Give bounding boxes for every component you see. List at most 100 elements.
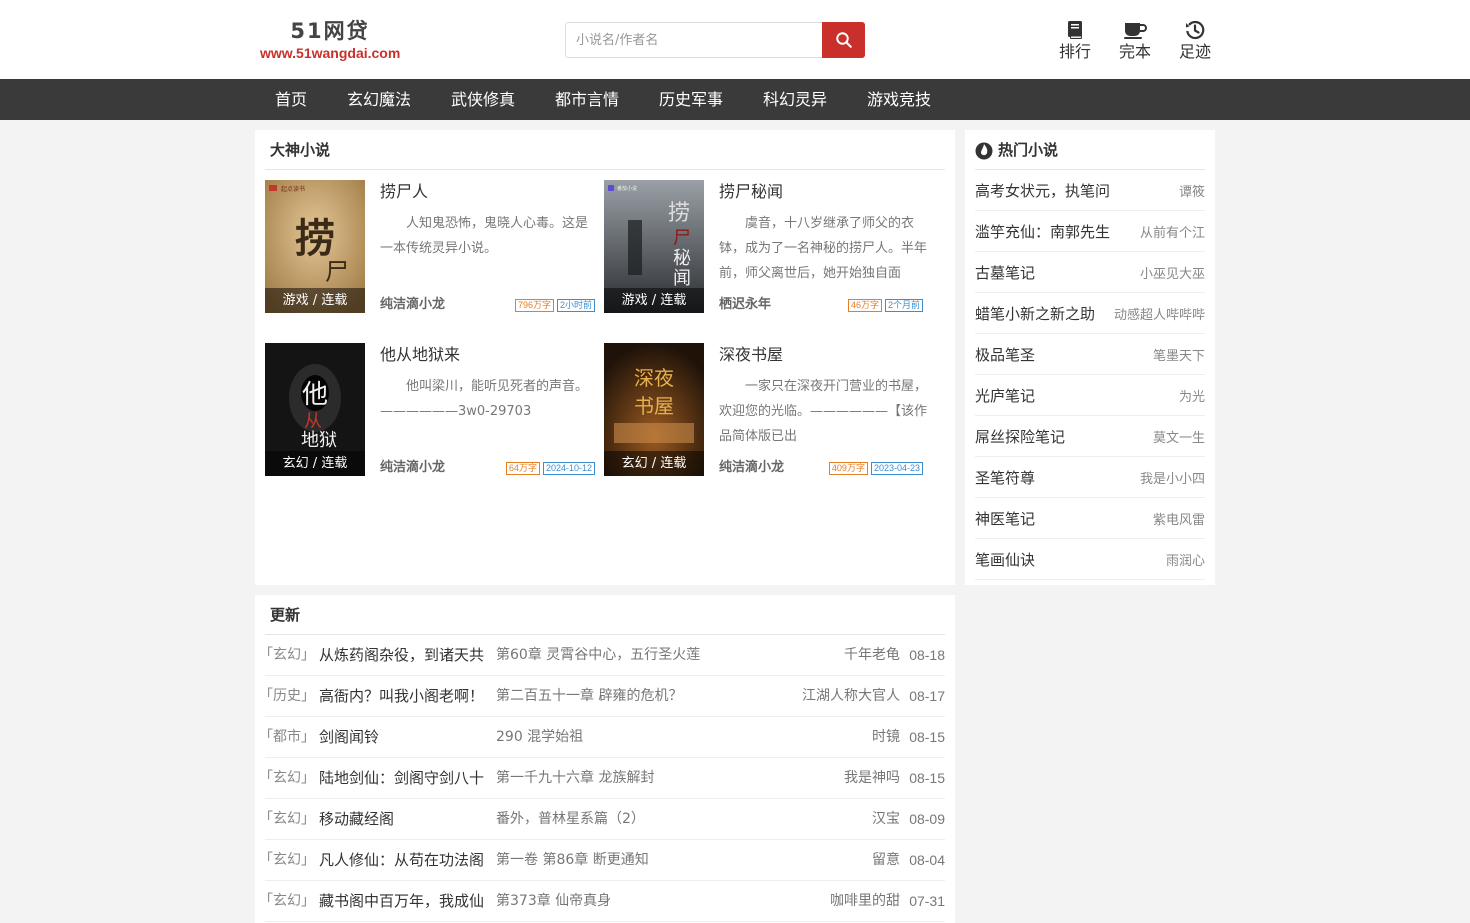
book-cover[interactable]: 深夜书屋 玄幻 / 连载 [604,343,704,476]
hot-list: 高考女状元，执笔问 谭筱 滥竽充仙：南郭先生 从前有个江 古墓笔记 小巫见大巫 蜡笔小… [975,170,1205,580]
update-book-title[interactable]: 剑阁闻铃 [319,717,489,757]
book-title[interactable]: 捞尸人 [380,182,428,202]
book-author[interactable]: 纯洁滴小龙 [380,459,445,477]
update-book-title[interactable]: 从炼药阁杂役，到诸天共 [319,635,489,675]
list-item[interactable]: 圣笔符尊 我是小小四 [975,457,1205,498]
hot-book-title[interactable]: 圣笔符尊 [975,467,1035,488]
book-badges: 64万字 2024-10-12 [505,462,595,475]
list-item[interactable]: 屌丝探险笔记 莫文一生 [975,416,1205,457]
list-item[interactable]: 古墓笔记 小巫见大巫 [975,252,1205,293]
search-button[interactable] [822,22,865,58]
update-book-title[interactable]: 藏书阁中百万年，我成仙 [319,881,489,921]
svg-text:捞: 捞 [295,215,335,262]
hot-book-title[interactable]: 笔画仙诀 [975,549,1035,570]
search-icon [835,32,852,48]
nav-item-wuxia[interactable]: 武侠修真 [451,79,515,120]
hot-book-title[interactable]: 高考女状元，执笔问 [975,180,1110,201]
hot-book-author: 从前有个江 [1139,225,1205,241]
hot-book-title[interactable]: 滥竽充仙：南郭先生 [975,221,1110,242]
update-chapter[interactable]: 第373章 仙帝真身 [496,881,611,921]
quick-link-history[interactable]: 足迹 [1175,20,1215,62]
svg-text:地狱: 地狱 [301,430,337,451]
book-badges: 409万字 2023-04-23 [828,462,923,475]
svg-text:捞: 捞 [668,201,690,226]
update-chapter[interactable]: 番外，普林星系篇（2） [496,799,645,839]
nav-item-home[interactable]: 首页 [275,79,307,120]
book-icon [1068,21,1082,39]
nav-item-kehuan[interactable]: 科幻灵异 [763,79,827,120]
book-badges: 46万字 2个月前 [847,299,923,312]
hot-book-title[interactable]: 神医笔记 [975,508,1035,529]
quick-link-finished[interactable]: 完本 [1115,20,1155,62]
svg-text:他: 他 [302,380,328,410]
update-chapter[interactable]: 第60章 灵霄谷中心，五行圣火莲 [496,635,700,675]
fire-icon [975,142,993,159]
list-item[interactable]: 神医笔记 紫电风雷 [975,498,1205,539]
quick-link-label: 排行 [1058,42,1091,61]
book-cover[interactable]: 他从地狱 玄幻 / 连载 [265,343,365,476]
featured-book: 他从地狱 玄幻 / 连载 他从地狱来 他叫梁川，能听见死者的声音。——————3… [265,343,595,476]
hot-book-author: 我是小小四 [1139,471,1205,487]
hot-title-bar: 热门小说 [975,130,1205,170]
svg-text:深夜: 深夜 [634,366,674,390]
history-icon [1186,20,1205,40]
featured-book: 番茄小说捞尸秘闻 游戏 / 连载 捞尸秘闻 虞音，十八岁继承了师父的衣钵，成为了… [604,180,934,313]
svg-text:秘: 秘 [673,248,691,269]
table-row: 「玄幻」 陆地剑仙：剑阁守剑八十 第一千九十六章 龙族解封 我是神吗 08-15 [259,758,945,799]
hot-book-title[interactable]: 极品笔圣 [975,344,1035,365]
list-item[interactable]: 滥竽充仙：南郭先生 从前有个江 [975,211,1205,252]
search-input[interactable] [565,22,823,58]
book-author[interactable]: 纯洁滴小龙 [380,296,445,314]
update-category: 「玄幻」 [259,893,315,909]
list-item[interactable]: 极品笔圣 笔墨天下 [975,334,1205,375]
update-book-title[interactable]: 陆地剑仙：剑阁守剑八十 [319,758,489,798]
update-chapter[interactable]: 第一千九十六章 龙族解封 [496,758,654,798]
book-title[interactable]: 深夜书屋 [719,345,783,365]
book-tag: 玄幻 / 连载 [604,451,704,476]
book-tag: 玄幻 / 连载 [265,451,365,476]
svg-text:从: 从 [304,411,322,432]
hot-book-title[interactable]: 蜡笔小新之新之助 [975,303,1095,324]
list-item[interactable]: 蜡笔小新之新之助 动感超人哔哔哔 [975,293,1205,334]
list-item[interactable]: 笔画仙诀 雨润心 [975,539,1205,580]
hot-book-title[interactable]: 光庐笔记 [975,385,1035,406]
nav-item-youxi[interactable]: 游戏竞技 [867,79,931,120]
nav-item-lishi[interactable]: 历史军事 [659,79,723,120]
word-count-badge: 409万字 [828,462,868,475]
quick-link-ranking[interactable]: 排行 [1055,20,1095,62]
table-row: 「玄幻」 从炼药阁杂役，到诸天共 第60章 灵霄谷中心，五行圣火莲 千年老龟 08-18 [259,635,945,676]
book-title[interactable]: 捞尸秘闻 [719,182,783,202]
book-description: 一家只在深夜开门营业的书屋， 欢迎您的光临。——————【该作品简体版已出 [719,379,934,444]
site-logo[interactable]: 51网贷 www.51wangdai.com [260,18,400,62]
svg-text:书屋: 书屋 [634,394,674,418]
update-category: 「都市」 [259,729,315,745]
hot-book-author: 莫文一生 [1152,430,1205,446]
nav-item-xuanhuan[interactable]: 玄幻魔法 [347,79,411,120]
hot-book-title[interactable]: 古墓笔记 [975,262,1035,283]
update-author: 江湖人称大官人 [802,688,900,704]
update-book-title[interactable]: 凡人修仙：从苟在功法阁 [319,840,489,880]
hot-book-title[interactable]: 屌丝探险笔记 [975,426,1065,447]
update-author: 汉宝 [872,811,900,827]
update-book-title[interactable]: 移动藏经阁 [319,799,489,839]
list-item[interactable]: 光庐笔记 为光 [975,375,1205,416]
update-chapter[interactable]: 290 混学始祖 [496,717,583,757]
nav-item-dushi[interactable]: 都市言情 [555,79,619,120]
update-chapter[interactable]: 第二百五十一章 辟雍的危机？ [496,676,682,716]
book-title[interactable]: 他从地狱来 [380,345,460,365]
list-item[interactable]: 高考女状元，执笔问 谭筱 [975,170,1205,211]
book-author[interactable]: 纯洁滴小龙 [719,459,784,477]
book-cover[interactable]: 起点读书捞尸 游戏 / 连载 [265,180,365,313]
update-book-title[interactable]: 高衙内？叫我小阁老啊！ [319,676,489,716]
book-author[interactable]: 栖迟永年 [719,296,771,314]
svg-text:番茄小说: 番茄小说 [617,185,637,192]
book-cover[interactable]: 番茄小说捞尸秘闻 游戏 / 连载 [604,180,704,313]
featured-title: 大神小说 [265,130,945,170]
table-row: 「玄幻」 移动藏经阁 番外，普林星系篇（2） 汉宝 08-09 [259,799,945,840]
search-bar [565,22,865,58]
main-nav: 首页 玄幻魔法 武侠修真 都市言情 历史军事 科幻灵异 游戏竞技 [0,79,1470,120]
update-chapter[interactable]: 第一卷 第86章 断更通知 [496,840,649,880]
update-category: 「玄幻」 [259,770,315,786]
hot-book-author: 为光 [1178,389,1205,405]
svg-text:尸: 尸 [325,258,349,286]
